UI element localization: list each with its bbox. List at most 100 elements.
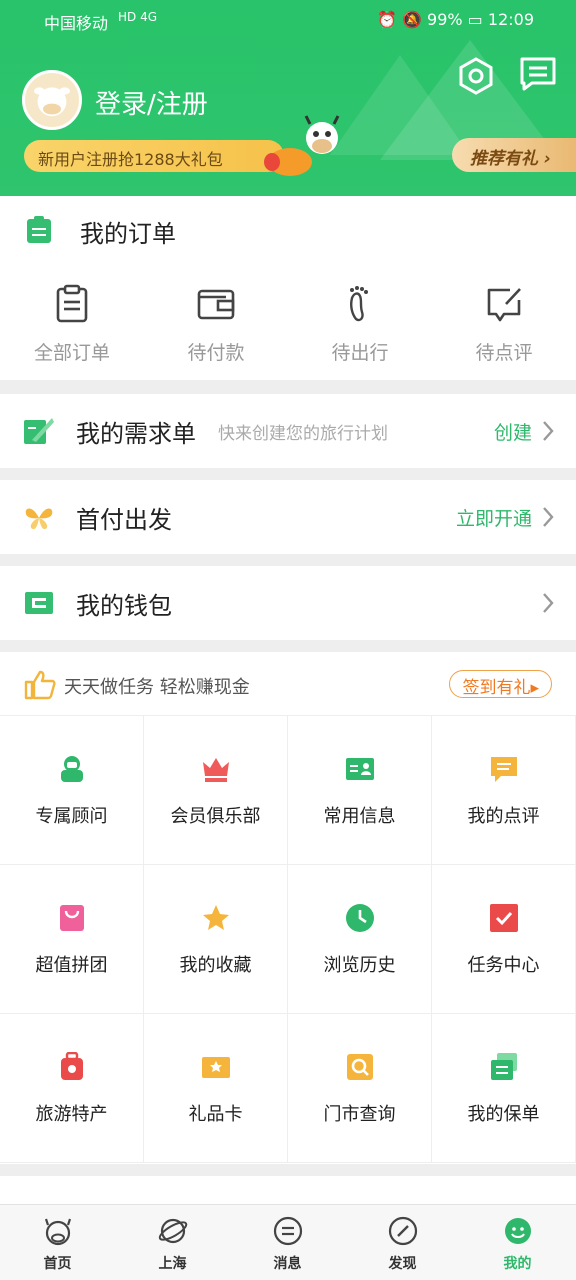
status-bar: 中国移动 HD 4G ⏰ 🔕 99% ▭ 12:09 [0, 0, 576, 40]
activate-now-link[interactable]: 立即开通 [456, 504, 532, 531]
order-tab-all[interactable]: 全部订单 [0, 284, 144, 365]
grid-item-label: 任务中心 [467, 955, 540, 976]
battery-level: 99% [427, 10, 463, 29]
alarm-icon: ⏰ [376, 10, 397, 29]
nav-label: 发现 [388, 1256, 417, 1272]
grid-item-label: 超值拼团 [35, 955, 108, 976]
mute-icon: 🔕 [402, 10, 422, 29]
luggage-icon [61, 1052, 83, 1080]
my-wallet-row[interactable]: 我的钱包 [0, 566, 576, 640]
nav-home[interactable]: 首页 [0, 1215, 115, 1273]
task-check-icon [490, 904, 518, 932]
cow-avatar-icon [34, 87, 70, 117]
grid-item-label: 我的收藏 [179, 955, 252, 976]
chevron-right-icon [543, 593, 554, 613]
tasks-header: 天天做任务 轻松赚现金 签到有礼▸ [0, 652, 576, 716]
feather-pen-icon [24, 418, 54, 444]
my-orders-section: 我的订单 全部订单 待付款 待出行 待点评 [0, 196, 576, 380]
new-user-promo-banner[interactable]: 新用户注册抢1288大礼包 [24, 140, 284, 172]
nav-messages[interactable]: 消息 [230, 1215, 345, 1273]
bottom-navigation: 首页 上海 消息 发现 我的 [0, 1204, 576, 1280]
my-demand-subtitle: 快来创建您的旅行计划 [218, 424, 388, 444]
mascot-icon [264, 115, 340, 176]
checkin-label: 签到有礼 [462, 678, 531, 698]
order-tab-label: 待点评 [475, 342, 533, 364]
star-icon [203, 905, 229, 930]
policy-icon [491, 1053, 517, 1080]
grid-item-specialties[interactable]: 旅游特产 [0, 1014, 144, 1163]
recommend-reward-button[interactable]: 推荐有礼 › [452, 138, 576, 172]
id-card-icon [346, 758, 374, 780]
grid-item-task-center[interactable]: 任务中心 [432, 865, 576, 1014]
comment-icon [491, 757, 517, 782]
login-register-link[interactable]: 登录/注册 [95, 84, 208, 121]
grid-item-my-reviews[interactable]: 我的点评 [432, 716, 576, 865]
grid-item-favorites[interactable]: 我的收藏 [144, 865, 288, 1014]
avatar[interactable] [22, 70, 82, 130]
chevron-right-icon [543, 421, 554, 441]
grid-item-common-info[interactable]: 常用信息 [288, 716, 432, 865]
my-wallet-title: 我的钱包 [76, 592, 172, 620]
carrier-name: 中国移动 [44, 14, 109, 33]
nav-label: 我的 [503, 1256, 532, 1272]
grid-item-label: 门市查询 [323, 1104, 396, 1125]
grid-item-member-club[interactable]: 会员俱乐部 [144, 716, 288, 865]
order-tab-label: 待付款 [187, 342, 245, 364]
grid-item-insurance[interactable]: 我的保单 [432, 1014, 576, 1163]
nav-label: 消息 [273, 1256, 302, 1272]
services-grid: 专属顾问 会员俱乐部 常用信息 我的点评 超值拼团 我的收藏 浏览历史 任务中心… [0, 716, 576, 1164]
shopping-bag-icon [60, 905, 84, 931]
create-demand-link[interactable]: 创建 [494, 418, 532, 445]
profile-icon [504, 1218, 531, 1244]
checkin-reward-button[interactable]: 签到有礼▸ [449, 670, 552, 698]
nav-label: 首页 [43, 1256, 72, 1272]
grid-item-label: 我的点评 [467, 806, 540, 827]
profile-header: 中国移动 HD 4G ⏰ 🔕 99% ▭ 12:09 登录/注册 新用户注册抢1… [0, 0, 576, 196]
message-center-icon[interactable] [518, 54, 558, 94]
first-pay-title: 首付出发 [76, 506, 172, 534]
clipboard-icon [56, 284, 88, 323]
crown-icon [203, 758, 229, 782]
play-arrow-icon: ▸ [530, 678, 539, 698]
grid-item-label: 会员俱乐部 [170, 806, 261, 827]
nav-city[interactable]: 上海 [115, 1215, 230, 1273]
chevron-right-icon: › [543, 149, 551, 169]
wallet-icon [197, 289, 235, 320]
order-tab-pending-payment[interactable]: 待付款 [144, 284, 288, 365]
settings-icon[interactable] [456, 56, 496, 96]
first-pay-row[interactable]: 首付出发 立即开通 [0, 480, 576, 554]
grid-item-store-search[interactable]: 门市查询 [288, 1014, 432, 1163]
grid-item-label: 浏览历史 [323, 955, 396, 976]
gift-card-icon [202, 1057, 230, 1078]
my-demand-title: 我的需求单 [76, 420, 196, 448]
footprints-icon [350, 286, 368, 322]
status-right: ⏰ 🔕 99% ▭ 12:09 [377, 10, 534, 29]
store-search-icon [347, 1054, 373, 1080]
order-list-icon [27, 216, 51, 243]
grid-item-advisor[interactable]: 专属顾问 [0, 716, 144, 865]
chevron-right-icon [543, 507, 554, 527]
grid-item-group-buy[interactable]: 超值拼团 [0, 865, 144, 1014]
grid-item-label: 专属顾问 [35, 806, 108, 827]
nav-profile[interactable]: 我的 [460, 1215, 575, 1273]
message-icon [273, 1216, 302, 1246]
grid-item-label: 常用信息 [323, 806, 396, 827]
nav-discover[interactable]: 发现 [345, 1215, 460, 1273]
wallet-icon [25, 592, 53, 614]
tasks-slogan: 天天做任务 轻松赚现金 [64, 677, 250, 698]
battery-icon: ▭ [467, 10, 483, 29]
order-tab-pending-review[interactable]: 待点评 [432, 284, 576, 365]
advisor-icon [61, 756, 83, 782]
clock-icon [346, 904, 374, 932]
planet-icon [158, 1218, 187, 1244]
thumbs-up-icon [24, 670, 56, 700]
my-demand-row[interactable]: 我的需求单 快来创建您的旅行计划 创建 [0, 394, 576, 468]
next-section-edge [0, 1176, 576, 1204]
grid-item-history[interactable]: 浏览历史 [288, 865, 432, 1014]
nav-label: 上海 [158, 1256, 187, 1272]
grid-item-gift-card[interactable]: 礼品卡 [144, 1014, 288, 1163]
order-tab-pending-travel[interactable]: 待出行 [288, 284, 432, 365]
home-icon [44, 1218, 71, 1246]
grid-item-label: 旅游特产 [35, 1104, 108, 1125]
recommend-label: 推荐有礼 [470, 149, 538, 169]
